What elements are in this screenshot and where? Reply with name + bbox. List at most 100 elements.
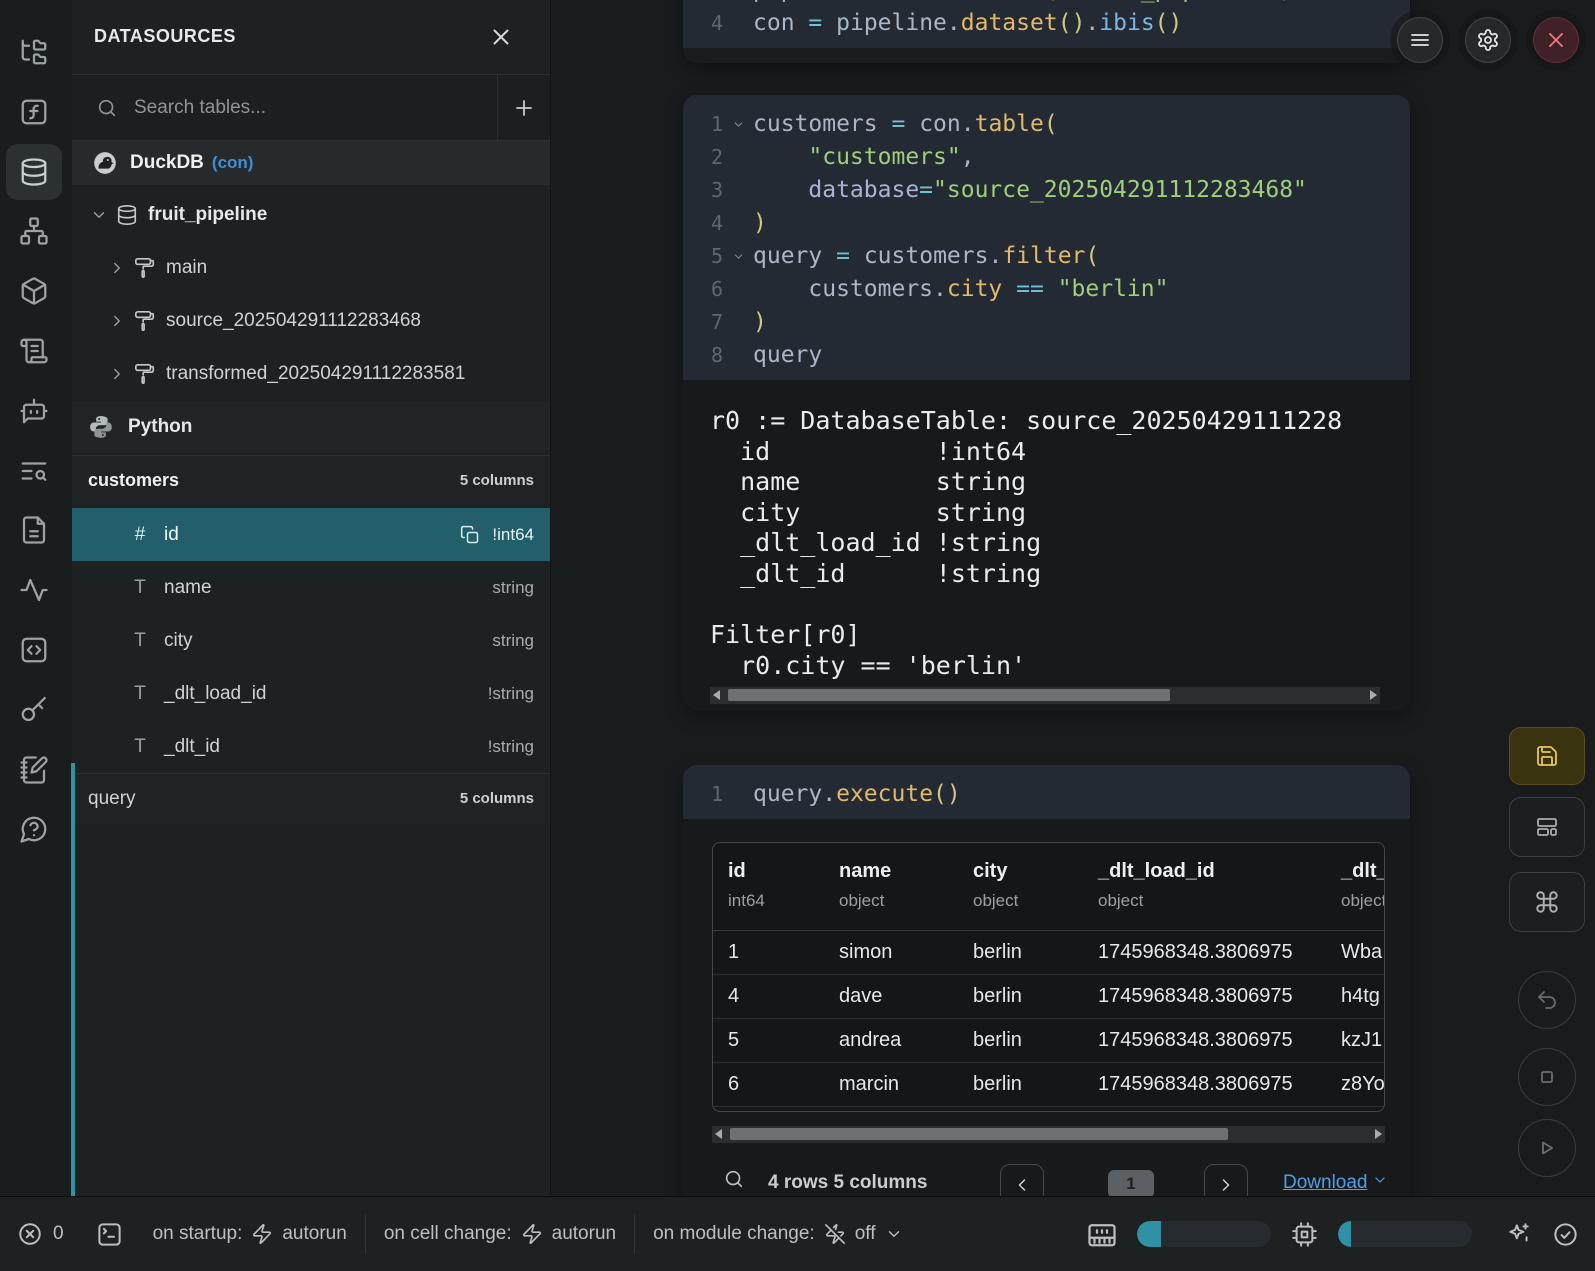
code-line[interactable]: 1query.execute() xyxy=(683,778,1410,811)
code-line[interactable]: 2 "customers", xyxy=(683,141,1410,174)
connection-duckdb[interactable]: DuckDB (con) xyxy=(72,141,550,185)
chevron-right-icon[interactable] xyxy=(108,312,126,330)
download-link[interactable]: Download xyxy=(1283,1172,1388,1194)
code-line[interactable]: 4) xyxy=(683,207,1410,240)
command-palette-button[interactable] xyxy=(1509,872,1585,932)
table-row[interactable]: 5andreaberlin1745968348.3806975kzJ1 xyxy=(713,1019,1384,1063)
statusbar-item-off[interactable]: on module change:off xyxy=(653,1223,902,1245)
code-line[interactable]: 3pipeline = dlt.attach("fruit_pipeline") xyxy=(683,0,1410,7)
scroll-left-arrow[interactable] xyxy=(713,690,720,700)
column-row-_dlt_id[interactable]: T_dlt_id!string xyxy=(72,720,550,773)
table-header-query[interactable]: query5 columns xyxy=(72,773,550,823)
code-line[interactable]: 1customers = con.table( xyxy=(683,108,1410,141)
code-line[interactable]: 7) xyxy=(683,306,1410,339)
code-line[interactable]: 5query = customers.filter( xyxy=(683,240,1410,273)
horizontal-scrollbar[interactable] xyxy=(710,687,1380,704)
sidebar-rail-database[interactable] xyxy=(6,144,62,200)
add-datasource-button[interactable] xyxy=(504,89,544,127)
column-row-_dlt_load_id[interactable]: T_dlt_load_id!string xyxy=(72,667,550,720)
code-cell-query[interactable]: 1customers = con.table(2 "customers",3 d… xyxy=(683,95,1410,710)
shutdown-button[interactable] xyxy=(1533,17,1579,63)
column-row-id[interactable]: #id!int64 xyxy=(72,508,550,561)
column-header-type: int64 xyxy=(728,891,824,911)
sidebar-rail-scroll-text[interactable] xyxy=(6,323,62,379)
result-table[interactable]: idint64nameobjectcityobject_dlt_load_ido… xyxy=(712,842,1385,1112)
tree-item-fruit_pipeline[interactable]: fruit_pipeline xyxy=(72,189,550,242)
search-tables-input[interactable] xyxy=(134,87,484,129)
errors-icon[interactable] xyxy=(17,1221,43,1247)
app-window: DATASOURCES DuckDB (con) fruit_pipelinem… xyxy=(0,0,1595,1271)
chevron-right-icon[interactable] xyxy=(108,259,126,277)
horizontal-scrollbar[interactable] xyxy=(712,1126,1385,1143)
code-line[interactable]: 6 customers.city == "berlin" xyxy=(683,273,1410,306)
sidebar-rail-function-square[interactable] xyxy=(6,84,62,140)
table-cell: berlin xyxy=(958,941,1083,964)
sidebar-rail-key-round[interactable] xyxy=(6,682,62,738)
code-line[interactable]: 3 database="source_202504291112283468" xyxy=(683,174,1410,207)
terminal-icon[interactable] xyxy=(96,1221,123,1248)
fold-chevron-icon[interactable] xyxy=(723,240,753,273)
code-editor[interactable]: 1customers = con.table(2 "customers",3 d… xyxy=(683,95,1410,380)
scroll-left-arrow[interactable] xyxy=(715,1129,722,1139)
cpu-icon xyxy=(1291,1221,1318,1248)
save-button[interactable] xyxy=(1509,727,1585,785)
column-header-_dlt_load_id[interactable]: _dlt_load_idobject xyxy=(1083,843,1326,930)
code-line[interactable]: 4con = pipeline.dataset().ibis() xyxy=(683,7,1410,40)
cell-menu-button[interactable] xyxy=(1397,17,1443,63)
table-header-customers[interactable]: customers5 columns xyxy=(72,455,550,505)
cpu-usage-meter[interactable] xyxy=(1338,1221,1472,1247)
sidebar-rail-box[interactable] xyxy=(6,263,62,319)
chevron-right-icon[interactable] xyxy=(108,365,126,383)
tree-item-main[interactable]: main xyxy=(72,242,550,295)
sidebar-rail-file-text[interactable] xyxy=(6,502,62,558)
scroll-right-arrow[interactable] xyxy=(1370,690,1377,700)
table-row[interactable]: 4daveberlin1745968348.3806975h4tg xyxy=(713,975,1384,1019)
close-panel-button[interactable] xyxy=(486,22,516,52)
sidebar-rail-text-search[interactable] xyxy=(6,443,62,499)
scrollbar-thumb[interactable] xyxy=(728,689,1170,701)
sidebar-rail-help-circle[interactable] xyxy=(6,801,62,857)
python-section[interactable]: Python xyxy=(72,402,550,452)
code-cell-execute[interactable]: 1query.execute() idint64nameobjectcityob… xyxy=(683,765,1410,1240)
memory-usage-meter[interactable] xyxy=(1137,1221,1271,1247)
table-row[interactable]: 1simonberlin1745968348.3806975Wba xyxy=(713,931,1384,975)
scrollbar-thumb[interactable] xyxy=(730,1128,1228,1140)
sidebar-rail-notebook-pen[interactable] xyxy=(6,742,62,798)
panel-scroll-indicator[interactable] xyxy=(71,763,75,1196)
sidebar-rail-activity[interactable] xyxy=(6,562,62,618)
fold-gutter xyxy=(723,7,753,40)
page-indicator[interactable]: 1 xyxy=(1108,1170,1154,1198)
layout-toggle-button[interactable] xyxy=(1509,797,1585,857)
code-editor[interactable]: 3pipeline = dlt.attach("fruit_pipeline")… xyxy=(683,0,1410,48)
tree-item-source_202504291112283468[interactable]: source_202504291112283468 xyxy=(72,295,550,348)
sidebar-rail-network[interactable] xyxy=(6,203,62,259)
sidebar-rail-code-square[interactable] xyxy=(6,622,62,678)
column-header-name[interactable]: nameobject xyxy=(824,843,958,930)
copy-icon[interactable] xyxy=(460,525,480,545)
sparkles-icon[interactable] xyxy=(1506,1221,1532,1247)
statusbar-item-autorun[interactable]: on cell change:autorun xyxy=(384,1223,616,1245)
table-row[interactable]: 6marcinberlin1745968348.3806975z8Yo xyxy=(713,1063,1384,1107)
stop-button[interactable] xyxy=(1518,1048,1576,1106)
chevron-down-icon[interactable] xyxy=(90,206,108,224)
connection-status-icon[interactable] xyxy=(1552,1221,1579,1248)
statusbar-item-autorun[interactable]: on startup:autorun xyxy=(153,1223,347,1245)
code-editor[interactable]: 1query.execute() xyxy=(683,765,1410,819)
sidebar-rail-folder-tree[interactable] xyxy=(6,24,62,80)
column-row-city[interactable]: Tcitystring xyxy=(72,614,550,667)
search-rows-icon[interactable] xyxy=(723,1168,745,1195)
column-row-name[interactable]: Tnamestring xyxy=(72,561,550,614)
tree-item-transformed_202504291112283581[interactable]: transformed_202504291112283581 xyxy=(72,348,550,401)
fold-chevron-icon[interactable] xyxy=(723,108,753,141)
sidebar-rail-bot-message[interactable] xyxy=(6,383,62,439)
column-header-_dlt_id[interactable]: _dlt_idobject xyxy=(1326,843,1385,930)
scroll-right-arrow[interactable] xyxy=(1375,1129,1382,1139)
run-button[interactable] xyxy=(1518,1119,1576,1177)
code-cell-setup[interactable]: 3pipeline = dlt.attach("fruit_pipeline")… xyxy=(683,0,1410,63)
column-header-id[interactable]: idint64 xyxy=(713,843,824,930)
undo-button[interactable] xyxy=(1518,971,1576,1029)
settings-button[interactable] xyxy=(1465,17,1511,63)
column-header-city[interactable]: cityobject xyxy=(958,843,1083,930)
activity-icon xyxy=(19,575,49,605)
code-line[interactable]: 8query xyxy=(683,339,1410,372)
